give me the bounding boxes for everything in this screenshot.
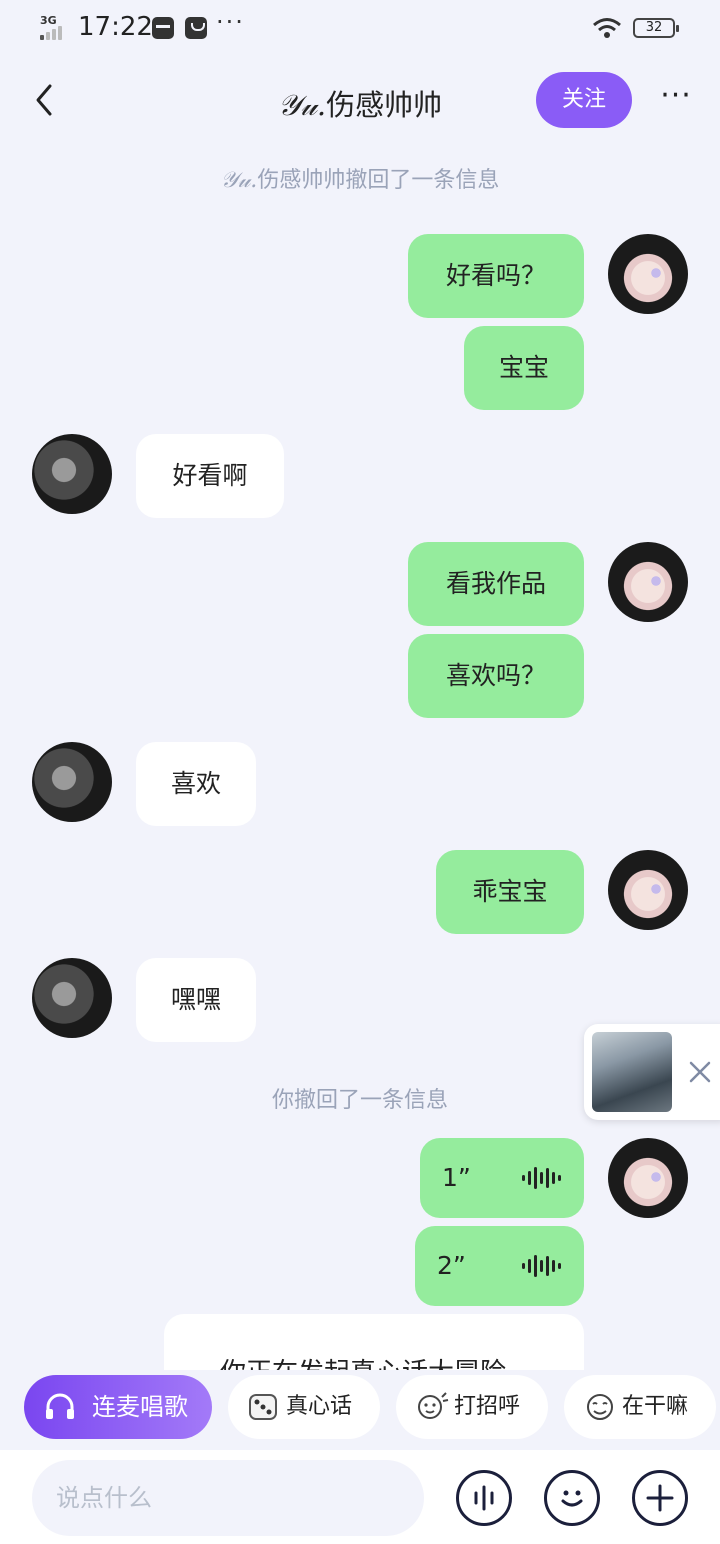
wave-hand-icon: [418, 1392, 449, 1419]
dice-icon: [249, 1394, 277, 1420]
message-bubble-sent[interactable]: 看我作品: [408, 542, 584, 626]
contact-avatar[interactable]: [32, 958, 112, 1038]
clock: 17:22: [78, 12, 153, 42]
add-attachment-button[interactable]: [632, 1470, 688, 1526]
headphones-icon: [46, 1393, 74, 1419]
message-bubble-sent[interactable]: 乖宝宝: [436, 850, 584, 934]
quick-action-bar: 连麦唱歌 真心话 打招呼 在干嘛: [0, 1370, 720, 1450]
message-bubble-sent[interactable]: 喜欢吗？: [408, 634, 584, 718]
message-bubble-received[interactable]: 好看啊: [136, 434, 284, 518]
chip-label: 打招呼: [454, 1394, 521, 1419]
chat-header: 𝒴𝓊.伤感帅帅 关注 ···: [0, 56, 720, 144]
battery-icon: 32: [633, 18, 679, 38]
message-bubble-sent[interactable]: 好看吗？: [408, 234, 584, 318]
notification-icon: [152, 17, 174, 39]
face-icon: [587, 1394, 613, 1420]
smiley-icon: [561, 1490, 583, 1507]
message-bubble-received[interactable]: 嘿嘿: [136, 958, 256, 1042]
quick-action-truth[interactable]: 真心话: [228, 1375, 380, 1439]
quick-action-whatsup[interactable]: 在干嘛: [564, 1375, 716, 1439]
wifi-icon: [593, 18, 621, 38]
contact-avatar[interactable]: [32, 434, 112, 514]
recall-notice: 你撤回了一条信息: [271, 1088, 448, 1113]
voice-message[interactable]: 2”: [415, 1226, 584, 1306]
contact-avatar[interactable]: [32, 742, 112, 822]
title-script: 𝒴𝓊.: [277, 88, 327, 122]
my-avatar[interactable]: [608, 850, 688, 930]
notification-icon: [185, 17, 207, 39]
emoji-button[interactable]: [544, 1470, 600, 1526]
status-bar: 3G 17:22 ··· 32: [0, 0, 720, 56]
follow-button[interactable]: 关注: [536, 72, 632, 128]
voice-input-button[interactable]: [456, 1470, 512, 1526]
quick-action-sing[interactable]: 连麦唱歌: [24, 1375, 212, 1439]
message-input[interactable]: [32, 1460, 424, 1536]
my-avatar[interactable]: [608, 1138, 688, 1218]
recall-text: 伤感帅帅撤回了一条信息: [257, 168, 500, 193]
soundwave-icon: [474, 1485, 494, 1511]
title-name: 伤感帅帅: [326, 88, 443, 122]
my-avatar[interactable]: [608, 542, 688, 622]
more-notifications-icon: ···: [216, 8, 245, 36]
my-avatar[interactable]: [608, 234, 688, 314]
message-bubble-sent[interactable]: 宝宝: [464, 326, 584, 410]
recall-notice: 𝒴𝓊.伤感帅帅撤回了一条信息: [0, 162, 720, 194]
voice-duration: 2”: [437, 1251, 466, 1280]
chip-label: 连麦唱歌: [92, 1393, 188, 1421]
quick-action-greet[interactable]: 打招呼: [396, 1375, 548, 1439]
signal-icon: [40, 26, 70, 40]
chip-label: 在干嘛: [622, 1394, 689, 1419]
voice-message[interactable]: 1”: [420, 1138, 584, 1218]
soundwave-icon: [522, 1167, 561, 1189]
chip-label: 真心话: [286, 1394, 353, 1419]
message-bubble-received[interactable]: 喜欢: [136, 742, 256, 826]
input-bar: [0, 1450, 720, 1544]
plus-icon: [646, 1484, 674, 1512]
soundwave-icon: [522, 1255, 561, 1277]
voice-duration: 1”: [442, 1163, 471, 1192]
recall-name: 𝒴𝓊.: [220, 168, 258, 193]
more-options-button[interactable]: ···: [654, 78, 698, 122]
